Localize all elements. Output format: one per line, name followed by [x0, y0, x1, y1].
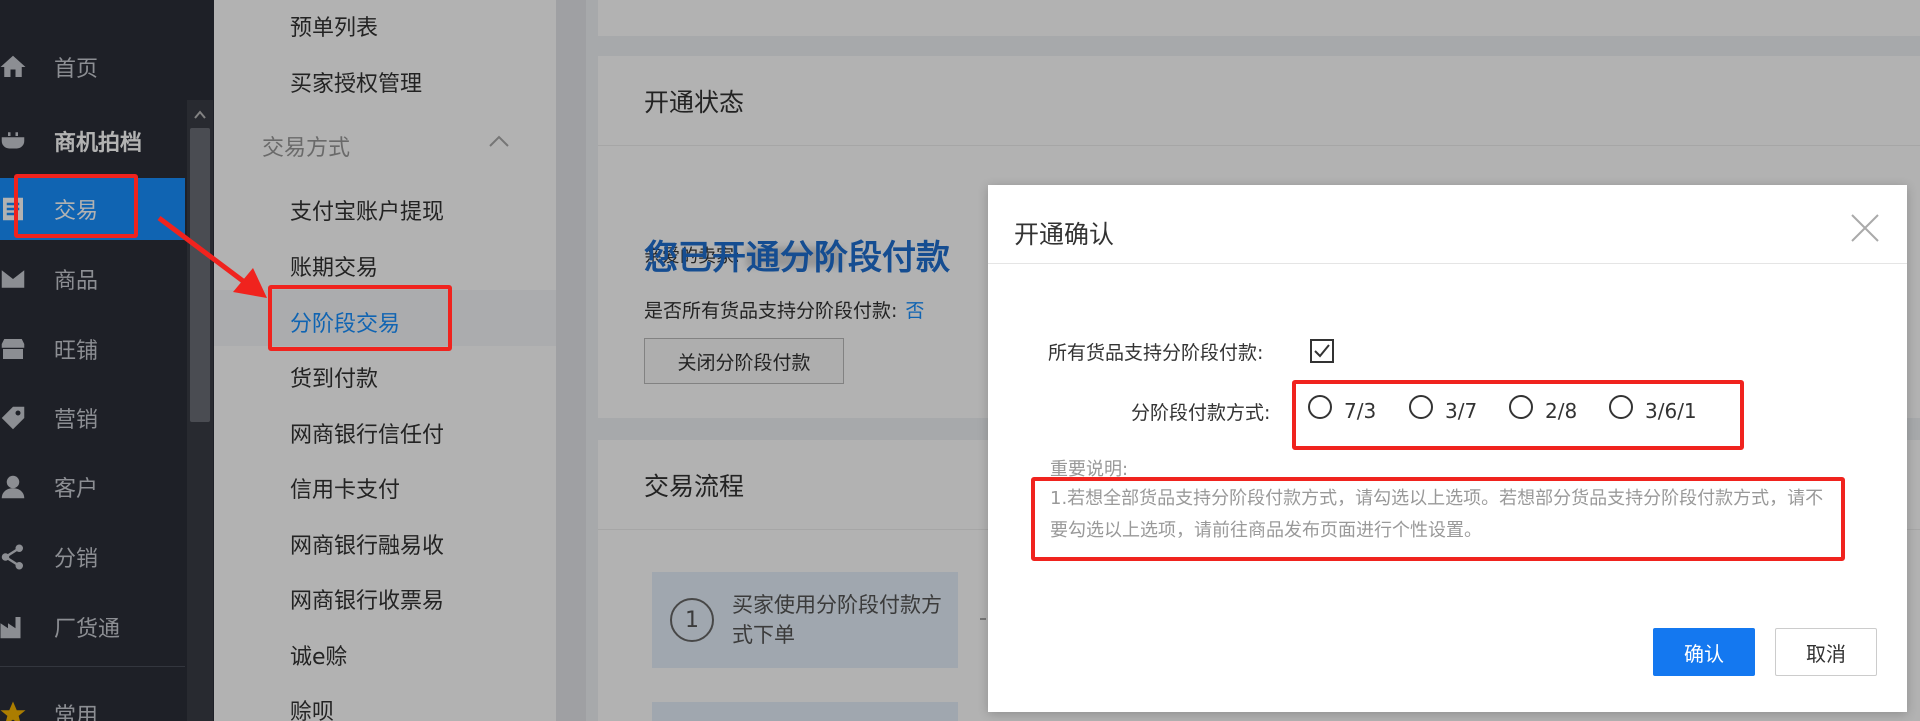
annotation-arrow-icon	[157, 216, 267, 298]
annotation-box-methods	[1292, 380, 1744, 450]
annotation-box-note	[1031, 477, 1845, 561]
all-goods-label: 所有货品支持分阶段付款:	[1048, 342, 1264, 364]
annotation-box-trade	[14, 174, 138, 238]
cancel-button[interactable]: 取消	[1775, 628, 1877, 676]
all-goods-checkbox[interactable]	[1310, 339, 1334, 363]
annotation-box-staged-trade	[268, 285, 452, 351]
confirm-button[interactable]: 确认	[1653, 628, 1755, 676]
checkmark-icon	[1314, 344, 1330, 358]
method-label: 分阶段付款方式:	[1131, 402, 1271, 424]
close-icon[interactable]	[1848, 211, 1882, 245]
dialog-divider	[988, 263, 1907, 264]
dialog-title: 开通确认	[1014, 220, 1115, 249]
